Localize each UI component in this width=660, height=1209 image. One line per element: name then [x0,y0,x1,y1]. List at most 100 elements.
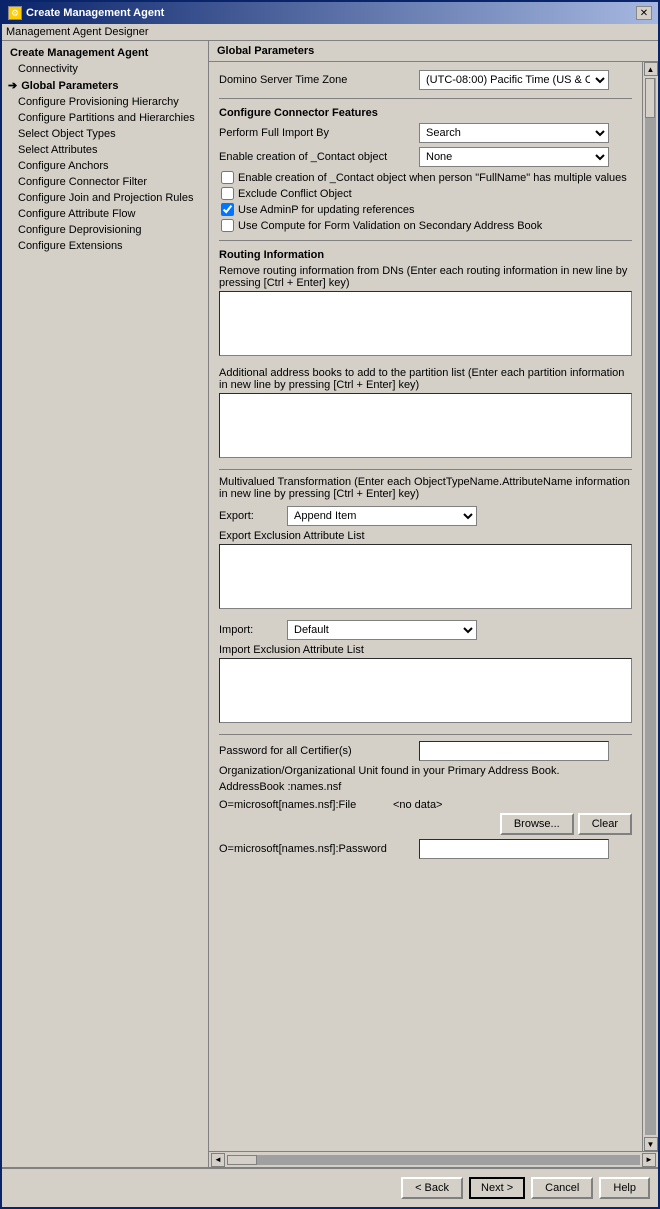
sidebar-item-configure-connector-filter[interactable]: Configure Connector Filter [2,174,208,190]
connector-features-section: Configure Connector Features Perform Ful… [219,107,632,232]
cb3-label: Use AdminP for updating references [238,204,415,216]
perform-full-import-select[interactable]: Search Directory [419,123,609,143]
routing-textarea2-label: Additional address books to add to the p… [219,367,632,391]
arrow-icon: ➔ [8,79,17,92]
checkbox-row-2: Exclude Conflict Object [219,187,632,200]
export-exclusion-textarea[interactable] [219,544,632,609]
next-button[interactable]: Next > [469,1177,525,1199]
enable-contact-select[interactable]: None All [419,147,609,167]
horiz-scroll-thumb[interactable] [227,1155,257,1165]
file-value: <no data> [393,799,443,811]
cb2-checkbox[interactable] [221,187,234,200]
cancel-button[interactable]: Cancel [531,1177,593,1199]
sidebar-item-configure-partitions-hierarchies[interactable]: Configure Partitions and Hierarchies [2,110,208,126]
back-button[interactable]: < Back [401,1177,463,1199]
checkbox-row-1: Enable creation of _Contact object when … [219,171,632,184]
cb1-checkbox[interactable] [221,171,234,184]
main-panel: Global Parameters Domino Server Time Zon… [209,41,658,1167]
import-select[interactable]: Default Custom [287,620,477,640]
scroll-down-button[interactable]: ▼ [644,1137,658,1151]
certifier-password2-row: O=microsoft[names.nsf]:Password [219,839,632,859]
export-select[interactable]: Append Item Replace Item [287,506,477,526]
routing-textarea1-label: Remove routing information from DNs (Ent… [219,265,632,289]
checkbox-row-4: Use Compute for Form Validation on Secon… [219,219,632,232]
vertical-scrollbar: ▲ ▼ [642,62,658,1151]
certifier-password-label: Password for all Certifier(s) [219,745,419,757]
browse-row: Browse... Clear [219,813,632,835]
checkbox-row-3: Use AdminP for updating references [219,203,632,216]
perform-full-import-label: Perform Full Import By [219,127,419,139]
content-area: Create Management Agent Connectivity ➔ G… [2,41,658,1167]
timezone-select[interactable]: (UTC-08:00) Pacific Time (US & Ca... [419,70,609,90]
browse-button[interactable]: Browse... [500,813,574,835]
file-section: O=microsoft[names.nsf]:File <no data> Br… [219,799,632,835]
sidebar-active-label: Global Parameters [21,80,118,92]
horiz-scroll-track [227,1155,640,1165]
timezone-row: Domino Server Time Zone (UTC-08:00) Paci… [219,70,632,90]
file-label-text: O=microsoft[names.nsf]:File [219,799,356,811]
menu-bar-label: Management Agent Designer [6,26,148,38]
import-exclusion-textarea[interactable] [219,658,632,723]
import-exclusion-label: Import Exclusion Attribute List [219,644,632,656]
routing-textarea2-wrapper: Additional address books to add to the p… [219,367,632,461]
separator-4 [219,734,632,735]
sidebar-arrow-global-parameters[interactable]: ➔ Global Parameters [2,77,208,94]
address-book: AddressBook :names.nsf [219,781,632,793]
routing-title: Routing Information [219,249,632,261]
org-note: Organization/Organizational Unit found i… [219,765,632,777]
cb4-checkbox[interactable] [221,219,234,232]
help-button[interactable]: Help [599,1177,650,1199]
bottom-bar: < Back Next > Cancel Help [2,1167,658,1207]
title-bar-left: ⚙ Create Management Agent [8,6,164,20]
clear-button[interactable]: Clear [578,813,632,835]
app-icon: ⚙ [8,6,22,20]
horizontal-scrollbar: ◄ ► [209,1151,658,1167]
close-button[interactable]: ✕ [636,6,652,20]
sidebar-item-select-attributes[interactable]: Select Attributes [2,142,208,158]
enable-contact-label: Enable creation of _Contact object [219,151,419,163]
routing-textarea2[interactable] [219,393,632,458]
main-header: Global Parameters [209,41,658,62]
multivalued-section: Multivalued Transformation (Enter each O… [219,476,632,726]
routing-textarea1-wrapper: Remove routing information from DNs (Ent… [219,265,632,359]
scroll-up-button[interactable]: ▲ [644,62,658,76]
perform-full-import-row: Perform Full Import By Search Directory [219,123,632,143]
export-label: Export: [219,510,279,522]
enable-contact-row: Enable creation of _Contact object None … [219,147,632,167]
sidebar-item-configure-attribute-flow[interactable]: Configure Attribute Flow [2,206,208,222]
multivalued-title: Multivalued Transformation (Enter each O… [219,476,632,500]
window-title: Create Management Agent [26,7,164,19]
sidebar-item-connectivity[interactable]: Connectivity [2,61,208,77]
scroll-left-button[interactable]: ◄ [211,1153,225,1167]
separator-2 [219,240,632,241]
sidebar-item-create-management-agent[interactable]: Create Management Agent [2,45,208,61]
connector-features-title: Configure Connector Features [219,107,632,119]
sidebar-item-configure-deprovisioning[interactable]: Configure Deprovisioning [2,222,208,238]
sidebar-item-configure-extensions[interactable]: Configure Extensions [2,238,208,254]
import-exclusion-wrapper: Import Exclusion Attribute List [219,644,632,726]
routing-section: Routing Information Remove routing infor… [219,249,632,461]
import-row: Import: Default Custom [219,620,632,640]
separator-1 [219,98,632,99]
certifier-password-input[interactable] [419,741,609,761]
scroll-track [645,78,656,1135]
sidebar-item-configure-provisioning-hierarchy[interactable]: Configure Provisioning Hierarchy [2,94,208,110]
main-scroll-content: Domino Server Time Zone (UTC-08:00) Paci… [209,62,642,1151]
sidebar-item-configure-join-projection-rules[interactable]: Configure Join and Projection Rules [2,190,208,206]
sidebar: Create Management Agent Connectivity ➔ G… [2,41,209,1167]
title-bar: ⚙ Create Management Agent ✕ [2,2,658,24]
cb3-checkbox[interactable] [221,203,234,216]
sidebar-item-select-object-types[interactable]: Select Object Types [2,126,208,142]
main-window: ⚙ Create Management Agent ✕ Management A… [0,0,660,1209]
certifier-section: Password for all Certifier(s) Organizati… [219,741,632,859]
menu-bar: Management Agent Designer [2,24,658,41]
certifier-password2-input[interactable] [419,839,609,859]
import-label: Import: [219,624,279,636]
scroll-right-button[interactable]: ► [642,1153,656,1167]
sidebar-item-configure-anchors[interactable]: Configure Anchors [2,158,208,174]
routing-textarea1[interactable] [219,291,632,356]
export-exclusion-wrapper: Export Exclusion Attribute List [219,530,632,612]
timezone-label: Domino Server Time Zone [219,74,419,86]
scroll-thumb[interactable] [645,78,655,118]
cb2-label: Exclude Conflict Object [238,188,352,200]
